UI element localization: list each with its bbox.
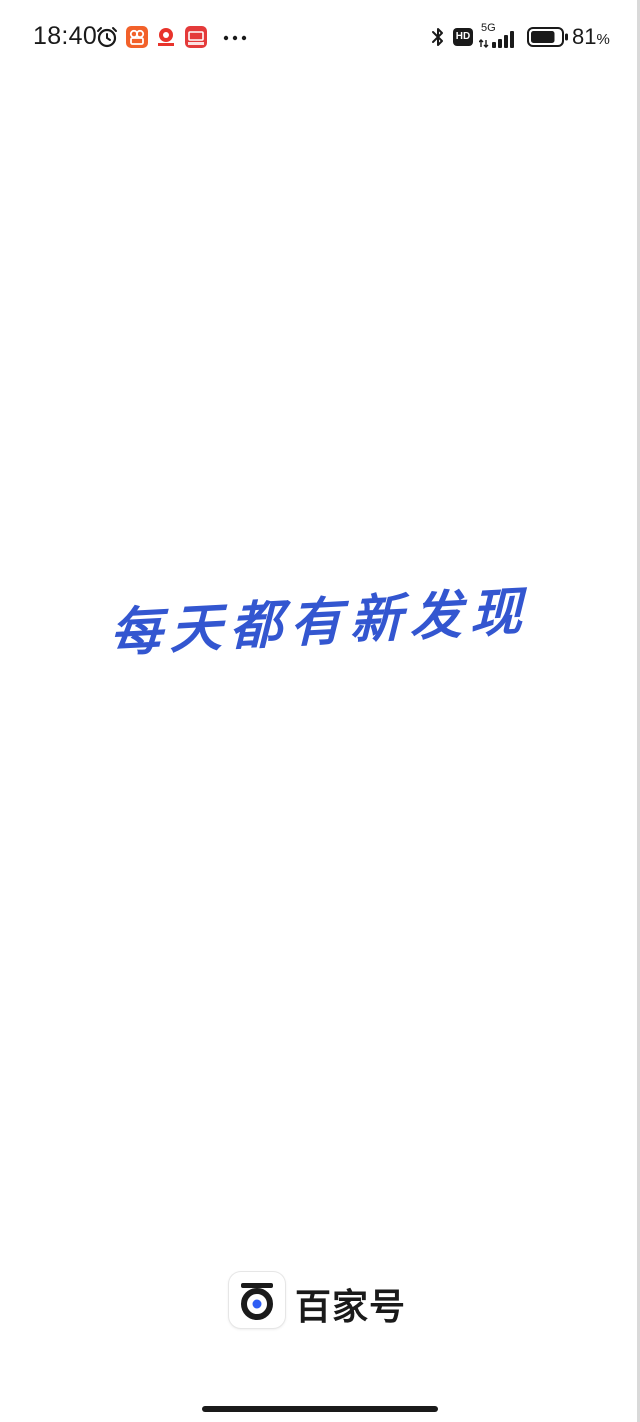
app-notification-icon xyxy=(155,26,177,48)
home-indicator[interactable] xyxy=(202,1406,438,1412)
battery-icon xyxy=(527,27,568,47)
alarm-icon xyxy=(97,27,117,48)
app-notification-icon xyxy=(185,26,207,48)
signal-icon xyxy=(479,31,514,48)
splash-slogan: 每天都有新发现 xyxy=(109,581,530,665)
battery-percentage: 81% xyxy=(572,24,610,50)
battery-percentage-unit: % xyxy=(596,31,610,48)
brand-logo: 百家号 xyxy=(229,1272,429,1330)
bluetooth-icon xyxy=(432,28,443,46)
app-notification-icon xyxy=(126,26,148,48)
status-bar: 18:40 HD 5G 81% xyxy=(0,0,640,74)
baijiahao-logo-icon xyxy=(229,1272,285,1328)
brand-name: 百家号 xyxy=(295,1287,407,1328)
status-time: 18:40 xyxy=(33,22,98,50)
more-notifications-icon xyxy=(223,35,247,41)
hd-icon: HD xyxy=(453,28,473,46)
battery-percentage-value: 81 xyxy=(572,24,597,49)
